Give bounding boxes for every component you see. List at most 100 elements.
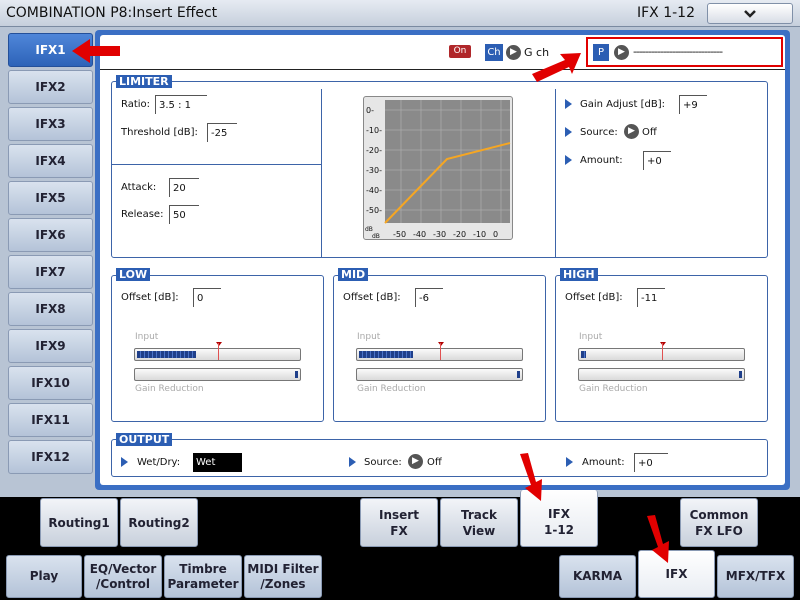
- band-input-meter: [356, 342, 523, 361]
- output-source-popup-icon[interactable]: ▶: [408, 454, 423, 469]
- band-offset-label: Offset [dB]:: [565, 292, 623, 303]
- amount-bullet-icon: [565, 155, 572, 165]
- tab-track-view[interactable]: Track View: [440, 498, 518, 547]
- preset-popup-icon[interactable]: ▶: [614, 45, 629, 60]
- attack-label: Attack:: [121, 182, 157, 193]
- band-gain-reduction-label: Gain Reduction: [135, 384, 204, 394]
- gain-adjust-bullet-icon: [565, 99, 572, 109]
- graph-x-tick: -30: [433, 230, 446, 239]
- limiter-divider-right: [555, 89, 556, 257]
- limiter-label: LIMITER: [116, 75, 172, 88]
- threshold-marker-icon: [438, 342, 444, 346]
- preset-value[interactable]: ------------------------------: [633, 45, 723, 58]
- tab-ifx-line1: IFX: [548, 507, 570, 521]
- wetdry-label: Wet/Dry:: [137, 457, 181, 468]
- tab-ifx-4[interactable]: IFX4: [8, 144, 93, 178]
- band-gain-reduction-label: Gain Reduction: [357, 384, 426, 394]
- band-offset-label: Offset [dB]:: [121, 292, 179, 303]
- graph-y-tick: -30-: [366, 166, 382, 175]
- output-amount-bullet-icon: [566, 457, 573, 467]
- nav-karma[interactable]: KARMA: [559, 555, 636, 598]
- source-label: Source:: [580, 127, 618, 138]
- wetdry-field[interactable]: Wet: [193, 453, 242, 472]
- band-gain-reduction-meter: [356, 368, 523, 381]
- nav-play[interactable]: Play: [6, 555, 82, 598]
- tab-ifx-3[interactable]: IFX3: [8, 107, 93, 141]
- tab-routing1[interactable]: Routing1: [40, 498, 118, 547]
- page-menu-button[interactable]: [707, 3, 793, 24]
- threshold-field[interactable]: -25: [207, 123, 237, 142]
- tab-track-view-line2: View: [462, 524, 496, 538]
- graph-x-tick: -40: [413, 230, 426, 239]
- gain-adjust-field[interactable]: +9: [679, 95, 707, 114]
- nav-timbre-parameter[interactable]: Timbre Parameter: [164, 555, 242, 598]
- nav-eq-vector[interactable]: EQ/Vector/Control: [84, 555, 162, 598]
- amount-label: Amount:: [580, 155, 623, 166]
- tab-ifx-12[interactable]: IFX12: [8, 440, 93, 474]
- title-bar: COMBINATION P8:Insert Effect IFX 1-12: [0, 0, 800, 27]
- threshold-label: Threshold [dB]:: [121, 127, 198, 138]
- effect-on-button[interactable]: On: [449, 45, 471, 58]
- source-popup-icon[interactable]: ▶: [624, 124, 639, 139]
- band-input-meter-fill: [581, 351, 586, 358]
- tab-common-fx-lfo[interactable]: Common FX LFO: [680, 498, 758, 547]
- tab-ifx-7[interactable]: IFX7: [8, 255, 93, 289]
- band-input-meter-fill: [137, 351, 196, 358]
- channel-popup-icon[interactable]: ▶: [506, 45, 521, 60]
- output-source-value[interactable]: Off: [427, 457, 442, 468]
- nav-midi-filter[interactable]: MIDI Filter/Zones: [244, 555, 322, 598]
- band-offset-field[interactable]: -11: [637, 288, 665, 307]
- tab-ifx-9[interactable]: IFX9: [8, 329, 93, 363]
- source-value[interactable]: Off: [642, 127, 657, 138]
- ratio-label: Ratio:: [121, 99, 151, 110]
- graph-unit-label-x: dB: [372, 233, 380, 240]
- output-amount-field[interactable]: +0: [634, 453, 668, 472]
- threshold-marker-icon: [660, 342, 666, 346]
- source-bullet-icon: [565, 127, 572, 137]
- graph-y-tick: -50-: [366, 206, 382, 215]
- nav-eq-line1: EQ/Vector: [89, 561, 157, 576]
- tab-insert-fx[interactable]: Insert FX: [360, 498, 438, 547]
- output-source-bullet-icon: [349, 457, 356, 467]
- band-offset-field[interactable]: 0: [193, 288, 221, 307]
- gain-reduction-fill: [517, 371, 520, 378]
- band-offset-label: Offset [dB]:: [343, 292, 401, 303]
- tab-ifx-5[interactable]: IFX5: [8, 181, 93, 215]
- output-label: OUTPUT: [116, 433, 173, 446]
- band-input-meter-fill: [359, 351, 413, 358]
- band-label: MID: [338, 268, 369, 281]
- tab-ifx-10[interactable]: IFX10: [8, 366, 93, 400]
- release-label: Release:: [121, 209, 164, 220]
- amount-field[interactable]: +0: [643, 151, 671, 170]
- band-label: HIGH: [560, 268, 598, 281]
- tab-ifx-line2: 1-12: [543, 523, 575, 537]
- tab-routing2[interactable]: Routing2: [120, 498, 198, 547]
- graph-unit-label: dB: [365, 226, 373, 233]
- tab-ifx-2[interactable]: IFX2: [8, 70, 93, 104]
- band-offset-field[interactable]: -6: [415, 288, 443, 307]
- tab-ifx-6[interactable]: IFX6: [8, 218, 93, 252]
- nav-eq-line2: /Control: [96, 576, 150, 591]
- chevron-down-icon: [744, 10, 756, 18]
- band-gain-reduction-label: Gain Reduction: [579, 384, 648, 394]
- output-source-label: Source:: [364, 457, 402, 468]
- ratio-field[interactable]: 3.5 : 1: [155, 95, 207, 114]
- gain-adjust-label: Gain Adjust [dB]:: [580, 99, 665, 110]
- page-title: COMBINATION P8:Insert Effect: [6, 5, 218, 21]
- nav-timbre-line1: Timbre: [179, 561, 227, 576]
- band-input-label: Input: [135, 332, 159, 342]
- tab-ifx-11[interactable]: IFX11: [8, 403, 93, 437]
- tab-insert-fx-line1: Insert: [379, 508, 419, 522]
- release-field[interactable]: 50: [169, 205, 199, 224]
- tab-ifx-8[interactable]: IFX8: [8, 292, 93, 326]
- band-gain-reduction-meter: [134, 368, 301, 381]
- limiter-response-graph: 0- -10- -20- -30- -40- -50- -50 -40 -30 -20 -10 0 …: [363, 96, 513, 240]
- tab-common-line1: Common: [689, 508, 749, 522]
- nav-mfx-tfx[interactable]: MFX/TFX: [717, 555, 794, 598]
- attack-field[interactable]: 20: [169, 178, 199, 197]
- band-input-label: Input: [357, 332, 381, 342]
- annotation-arrow-preset-icon: [532, 53, 581, 82]
- header-divider: [100, 69, 785, 70]
- limiter-divider-mid: [111, 164, 321, 165]
- band-gain-reduction-meter: [578, 368, 745, 381]
